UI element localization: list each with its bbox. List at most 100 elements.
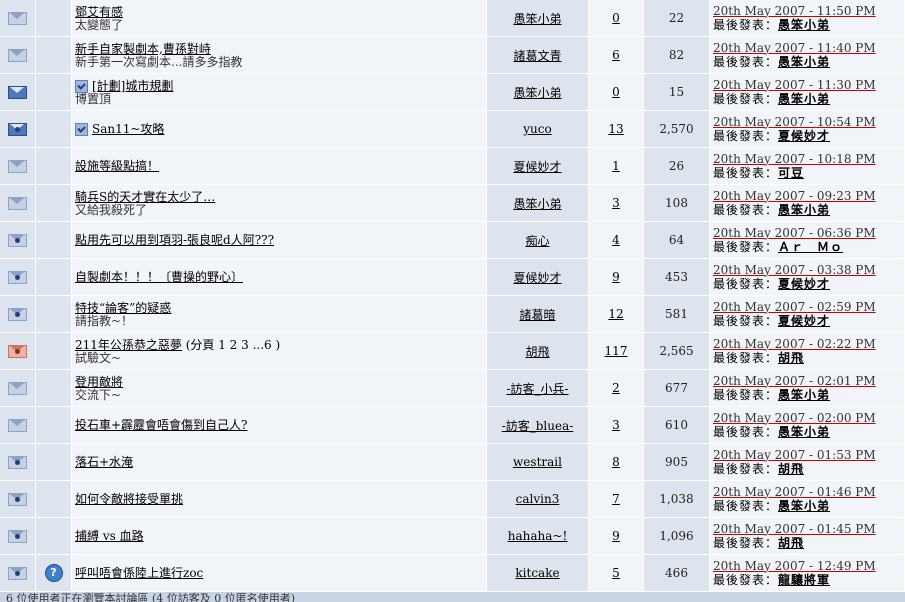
topic-author-link[interactable]: 胡飛: [525, 345, 549, 359]
last-post-date-link[interactable]: 20th May 2007 - 11:40 PM: [713, 41, 904, 55]
last-post-date-link[interactable]: 20th May 2007 - 01:53 PM: [713, 448, 904, 462]
last-post-date-link[interactable]: 20th May 2007 - 02:59 PM: [713, 300, 904, 314]
topic-replies-link[interactable]: 4: [612, 233, 620, 247]
topic-author-link[interactable]: 諸葛暗: [519, 308, 555, 322]
last-post-date-link[interactable]: 20th May 2007 - 06:36 PM: [713, 226, 904, 240]
topic-title-link[interactable]: 211年公孫恭之惡夢: [75, 338, 182, 352]
last-post-author-link[interactable]: 胡飛: [778, 536, 804, 550]
topic-title-link[interactable]: 特技“論客”的疑惑: [75, 301, 171, 315]
last-post-label: 最後發表：: [713, 387, 779, 402]
last-post-author-link[interactable]: 夏候妙才: [778, 277, 830, 291]
topic-title-link[interactable]: 新手自家製劇本,曹孫對峙: [75, 42, 211, 56]
last-post-author-link[interactable]: Ａｒ Ｍｏ: [778, 240, 843, 254]
topic-replies-link[interactable]: 2: [612, 381, 620, 395]
last-post-cell: 20th May 2007 - 01:53 PM 最後發表：胡飛: [710, 444, 905, 481]
last-post-author-link[interactable]: 可豆: [778, 166, 804, 180]
last-post-author-link[interactable]: 愚笨小弟: [778, 203, 830, 217]
topic-replies-link[interactable]: 8: [612, 455, 620, 469]
topic-title-cell: [計劃]城市規劃 博置頂: [72, 74, 487, 111]
topic-status-cell: [0, 518, 36, 555]
last-post-date-link[interactable]: 20th May 2007 - 01:45 PM: [713, 522, 904, 536]
topic-status-cell: [0, 148, 36, 185]
topic-title-link[interactable]: San11~攻略: [92, 122, 164, 136]
topic-author-link[interactable]: 愚笨小弟: [513, 12, 561, 26]
last-post-author-link[interactable]: 愚笨小弟: [778, 425, 830, 439]
last-post-date-link[interactable]: 20th May 2007 - 02:01 PM: [713, 374, 904, 388]
topic-title-link[interactable]: 登用敵將: [75, 375, 123, 389]
post-icon-cell: [36, 444, 72, 481]
last-post-author-link[interactable]: 夏候妙才: [778, 129, 830, 143]
topic-title-link[interactable]: 呼叫唔會係陸上進行zoc: [75, 566, 203, 580]
topic-author-link[interactable]: 夏候妙才: [513, 271, 561, 285]
topic-replies-link[interactable]: 117: [605, 344, 628, 358]
topic-replies-link[interactable]: 5: [612, 566, 620, 580]
topic-author-link[interactable]: 痴心: [525, 234, 549, 248]
last-post-author-link[interactable]: 胡飛: [778, 462, 804, 476]
last-post-label: 最後發表：: [713, 276, 779, 291]
last-post-cell: 20th May 2007 - 02:01 PM 最後發表：愚笨小弟: [710, 370, 905, 407]
topic-replies-cell: 5: [589, 555, 644, 592]
topic-title-link[interactable]: 點用先可以用到項羽-張良呢d人阿???: [75, 233, 274, 247]
topic-pages[interactable]: (分頁 1 2 3 ...6 ): [186, 338, 280, 352]
topic-replies-link[interactable]: 0: [612, 11, 620, 25]
topic-replies-link[interactable]: 12: [608, 307, 623, 321]
last-post-author-link[interactable]: 愚笨小弟: [778, 388, 830, 402]
topic-views-cell: 453: [644, 259, 710, 296]
last-post-date-link[interactable]: 20th May 2007 - 11:50 PM: [713, 4, 904, 18]
topic-author-link[interactable]: hahaha~!: [508, 529, 568, 543]
last-post-date-link[interactable]: 20th May 2007 - 02:00 PM: [713, 411, 904, 425]
topic-row: 捕縛 vs 血路 hahaha~! 9 1,096 20th May 2007 - 01…: [0, 518, 905, 555]
topic-title-link[interactable]: 鄧艾有感: [75, 5, 123, 19]
topic-author-link[interactable]: kitcake: [515, 566, 559, 580]
topic-folder-icon: [8, 12, 27, 25]
topic-replies-link[interactable]: 0: [612, 85, 620, 99]
last-post-author-link[interactable]: 夏候妙才: [778, 314, 830, 328]
topic-replies-link[interactable]: 6: [612, 48, 620, 62]
last-post-author-link[interactable]: 愚笨小弟: [778, 499, 830, 513]
topic-author-cell: hahaha~!: [487, 518, 589, 555]
topic-author-link[interactable]: 愚笨小弟: [513, 197, 561, 211]
topic-title-link[interactable]: [計劃]城市規劃: [92, 79, 173, 93]
topic-author-link[interactable]: calvin3: [516, 492, 560, 506]
last-post-author-link[interactable]: 愚笨小弟: [778, 18, 830, 32]
topic-replies-link[interactable]: 9: [612, 270, 620, 284]
topic-title-link[interactable]: 落石+水淹: [75, 455, 133, 469]
topic-author-link[interactable]: -訪客_bluea-: [502, 419, 574, 433]
topic-title-link[interactable]: 如何令敵將接受單挑: [75, 492, 183, 506]
last-post-date-link[interactable]: 20th May 2007 - 02:22 PM: [713, 337, 904, 351]
topic-author-link[interactable]: -訪客_小兵-: [506, 382, 568, 396]
topic-title-link[interactable]: 自製劇本！！！〔曹操的野心〕: [75, 270, 243, 284]
last-post-author-link[interactable]: 愚笨小弟: [778, 55, 830, 69]
topic-replies-link[interactable]: 13: [608, 122, 623, 136]
topic-author-link[interactable]: 愚笨小弟: [513, 86, 561, 100]
last-post-date-link[interactable]: 20th May 2007 - 01:46 PM: [713, 485, 904, 499]
topic-replies-link[interactable]: 7: [612, 492, 620, 506]
topic-title-link[interactable]: 設施等級點搞！: [75, 159, 159, 173]
last-post-author-link[interactable]: 龍驤將軍: [778, 573, 830, 587]
last-post-date-link[interactable]: 20th May 2007 - 09:23 PM: [713, 189, 904, 203]
last-post-date-link[interactable]: 20th May 2007 - 11:30 PM: [713, 78, 904, 92]
last-post-date-link[interactable]: 20th May 2007 - 03:38 PM: [713, 263, 904, 277]
last-post-label: 最後發表：: [713, 498, 779, 513]
topic-title-link[interactable]: 投石車+霹靂會唔會傷到自己人?: [75, 418, 248, 432]
topic-replies-link[interactable]: 3: [612, 418, 620, 432]
last-post-date-link[interactable]: 20th May 2007 - 10:18 PM: [713, 152, 904, 166]
topic-folder-icon: [8, 419, 27, 432]
topic-author-link[interactable]: yuco: [523, 122, 551, 136]
topic-author-link[interactable]: 諸葛文青: [513, 49, 561, 63]
last-post-author-link[interactable]: 愚笨小弟: [778, 92, 830, 106]
topic-replies-link[interactable]: 1: [612, 159, 620, 173]
topic-title-cell: 登用敵將 交流下~: [72, 370, 487, 407]
topic-replies-cell: 9: [589, 259, 644, 296]
topic-author-cell: 愚笨小弟: [487, 74, 589, 111]
topic-title-link[interactable]: 捕縛 vs 血路: [75, 529, 144, 543]
topic-author-link[interactable]: 夏候妙才: [513, 160, 561, 174]
topic-views-cell: 1,038: [644, 481, 710, 518]
last-post-date-link[interactable]: 20th May 2007 - 10:54 PM: [713, 115, 904, 129]
topic-title-link[interactable]: 騎兵S的天才實在太少了…: [75, 190, 215, 204]
last-post-author-link[interactable]: 胡飛: [778, 351, 804, 365]
topic-replies-link[interactable]: 9: [612, 529, 620, 543]
topic-author-link[interactable]: westrail: [513, 455, 562, 469]
last-post-date-link[interactable]: 20th May 2007 - 12:49 PM: [713, 559, 904, 573]
topic-replies-link[interactable]: 3: [612, 196, 620, 210]
